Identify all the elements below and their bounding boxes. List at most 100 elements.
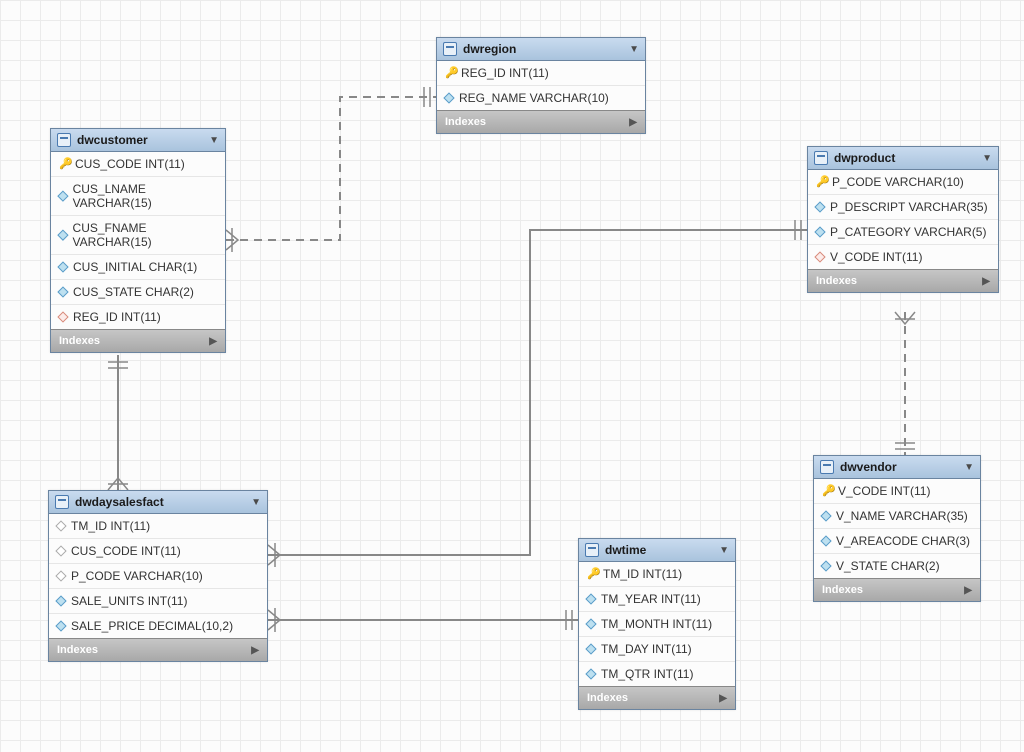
table-icon [585, 543, 599, 557]
column-row[interactable]: V_AREACODE CHAR(3) [814, 529, 980, 554]
indexes-bar[interactable]: Indexes ▶ [579, 686, 735, 709]
chevron-down-icon[interactable]: ▼ [719, 545, 729, 556]
column-icon [820, 510, 831, 521]
column-row[interactable]: CUS_STATE CHAR(2) [51, 280, 225, 305]
column-icon [57, 286, 68, 297]
foreign-key-icon [57, 311, 68, 322]
column-icon [820, 535, 831, 546]
chevron-down-icon[interactable]: ▼ [964, 462, 974, 473]
column-row[interactable]: 🔑V_CODE INT(11) [814, 479, 980, 504]
table-header[interactable]: dwtime ▼ [579, 539, 735, 562]
column-name: TM_ID INT(11) [71, 519, 150, 533]
column-row[interactable]: P_CATEGORY VARCHAR(5) [808, 220, 998, 245]
column-name: CUS_STATE CHAR(2) [73, 285, 194, 299]
table-icon [57, 133, 71, 147]
indexes-label: Indexes [587, 692, 628, 704]
foreign-key-icon [814, 251, 825, 262]
indexes-label: Indexes [57, 644, 98, 656]
column-row[interactable]: 🔑TM_ID INT(11) [579, 562, 735, 587]
columns-list: TM_ID INT(11) CUS_CODE INT(11)P_CODE VARC… [49, 514, 267, 638]
table-dwcustomer[interactable]: dwcustomer ▼ 🔑CUS_CODE INT(11)CUS_LNAME … [50, 128, 226, 353]
table-dwproduct[interactable]: dwproduct ▼ 🔑P_CODE VARCHAR(10) P_DESCRIP… [807, 146, 999, 293]
column-row[interactable]: CUS_FNAME VARCHAR(15) [51, 216, 225, 255]
column-name: SALE_PRICE DECIMAL(10,2) [71, 619, 233, 633]
column-plain-icon [55, 570, 66, 581]
column-row[interactable]: V_STATE CHAR(2) [814, 554, 980, 578]
chevron-down-icon[interactable]: ▼ [251, 497, 261, 508]
table-icon [814, 151, 828, 165]
column-row[interactable]: CUS_LNAME VARCHAR(15) [51, 177, 225, 216]
column-icon [585, 618, 596, 629]
column-icon [55, 620, 66, 631]
table-icon [443, 42, 457, 56]
column-name: P_CATEGORY VARCHAR(5) [830, 225, 986, 239]
column-icon [57, 230, 68, 241]
table-header[interactable]: dwdaysalesfact ▼ [49, 491, 267, 514]
column-name: TM_QTR INT(11) [601, 667, 693, 681]
columns-list: 🔑 REG_ID INT(11) REG_NAME VARCHAR(10) [437, 61, 645, 110]
column-row[interactable]: 🔑P_CODE VARCHAR(10) [808, 170, 998, 195]
column-row[interactable]: SALE_PRICE DECIMAL(10,2) [49, 614, 267, 638]
primary-key-icon: 🔑 [822, 486, 832, 496]
table-dwregion[interactable]: dwregion ▼ 🔑 REG_ID INT(11) REG_NAME VARCH… [436, 37, 646, 134]
columns-list: 🔑P_CODE VARCHAR(10) P_DESCRIPT VARCHAR(35… [808, 170, 998, 269]
column-row[interactable]: REG_NAME VARCHAR(10) [437, 86, 645, 110]
column-row[interactable]: SALE_UNITS INT(11) [49, 589, 267, 614]
indexes-bar[interactable]: Indexes ▶ [51, 329, 225, 352]
column-plain-icon [55, 520, 66, 531]
column-row[interactable]: 🔑 REG_ID INT(11) [437, 61, 645, 86]
indexes-bar[interactable]: Indexes ▶ [808, 269, 998, 292]
indexes-bar[interactable]: Indexes ▶ [49, 638, 267, 661]
column-row[interactable]: TM_YEAR INT(11) [579, 587, 735, 612]
column-row[interactable]: TM_ID INT(11) [49, 514, 267, 539]
indexes-bar[interactable]: Indexes ▶ [437, 110, 645, 133]
column-row[interactable]: CUS_CODE INT(11) [49, 539, 267, 564]
column-row[interactable]: TM_QTR INT(11) [579, 662, 735, 686]
table-title: dwregion [463, 42, 623, 56]
column-icon [55, 595, 66, 606]
column-name: CUS_INITIAL CHAR(1) [73, 260, 197, 274]
table-title: dwvendor [840, 460, 958, 474]
column-name: P_DESCRIPT VARCHAR(35) [830, 200, 988, 214]
table-header[interactable]: dwregion ▼ [437, 38, 645, 61]
column-row[interactable]: TM_MONTH INT(11) [579, 612, 735, 637]
column-row[interactable]: V_CODE INT(11) [808, 245, 998, 269]
indexes-bar[interactable]: Indexes ▶ [814, 578, 980, 601]
column-name: REG_ID INT(11) [461, 66, 549, 80]
column-name: P_CODE VARCHAR(10) [832, 175, 964, 189]
indexes-label: Indexes [59, 335, 100, 347]
chevron-down-icon[interactable]: ▼ [982, 153, 992, 164]
indexes-label: Indexes [822, 584, 863, 596]
column-row[interactable]: 🔑CUS_CODE INT(11) [51, 152, 225, 177]
column-plain-icon [55, 545, 66, 556]
columns-list: 🔑TM_ID INT(11)TM_YEAR INT(11)TM_MONTH IN… [579, 562, 735, 686]
column-row[interactable]: CUS_INITIAL CHAR(1) [51, 255, 225, 280]
column-name: V_CODE INT(11) [830, 250, 922, 264]
column-icon [585, 593, 596, 604]
table-header[interactable]: dwvendor ▼ [814, 456, 980, 479]
column-row[interactable]: REG_ID INT(11) [51, 305, 225, 329]
chevron-down-icon[interactable]: ▼ [209, 135, 219, 146]
column-name: CUS_CODE INT(11) [75, 157, 185, 171]
columns-list: 🔑V_CODE INT(11)V_NAME VARCHAR(35)V_AREAC… [814, 479, 980, 578]
table-dwvendor[interactable]: dwvendor ▼ 🔑V_CODE INT(11)V_NAME VARCHAR… [813, 455, 981, 602]
column-icon [585, 668, 596, 679]
indexes-label: Indexes [816, 275, 857, 287]
column-row[interactable]: V_NAME VARCHAR(35) [814, 504, 980, 529]
chevron-right-icon: ▶ [719, 693, 727, 704]
chevron-right-icon: ▶ [964, 585, 972, 596]
table-title: dwproduct [834, 151, 976, 165]
table-dwdaysalesfact[interactable]: dwdaysalesfact ▼ TM_ID INT(11) CUS_CODE I… [48, 490, 268, 662]
column-row[interactable]: P_DESCRIPT VARCHAR(35) [808, 195, 998, 220]
chevron-down-icon[interactable]: ▼ [629, 44, 639, 55]
table-header[interactable]: dwcustomer ▼ [51, 129, 225, 152]
table-header[interactable]: dwproduct ▼ [808, 147, 998, 170]
chevron-right-icon: ▶ [982, 276, 990, 287]
chevron-right-icon: ▶ [251, 645, 259, 656]
column-name: REG_ID INT(11) [73, 310, 161, 324]
table-dwtime[interactable]: dwtime ▼ 🔑TM_ID INT(11)TM_YEAR INT(11)TM… [578, 538, 736, 710]
column-icon [443, 92, 454, 103]
column-row[interactable]: TM_DAY INT(11) [579, 637, 735, 662]
column-row[interactable]: P_CODE VARCHAR(10) [49, 564, 267, 589]
primary-key-icon: 🔑 [445, 68, 455, 78]
